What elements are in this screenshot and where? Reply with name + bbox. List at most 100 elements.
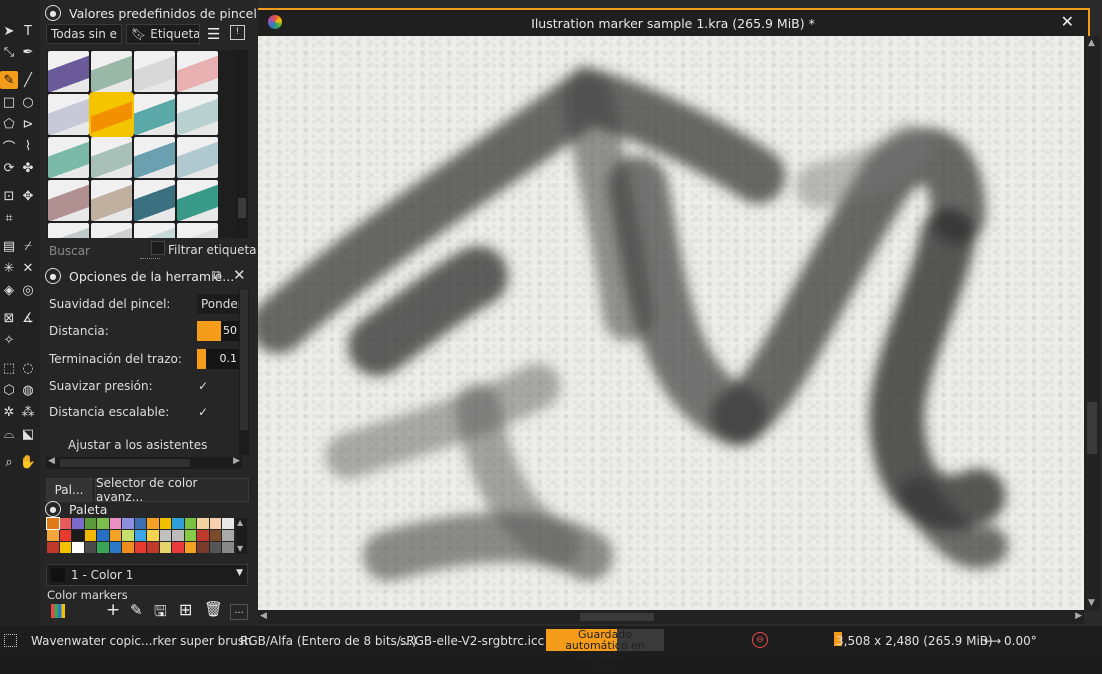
canvas-vscroll[interactable]: ▲ ▼ [1084,36,1100,610]
palette-swatch[interactable] [209,518,221,529]
palette-swatch[interactable] [47,530,59,541]
rectangle-tool-icon[interactable]: □ [0,93,18,111]
palette-swatch[interactable] [59,530,71,541]
dynamic-brush-icon[interactable]: ⟳ [0,159,18,177]
splitter-handle[interactable] [140,258,160,262]
contiguous-select-icon[interactable]: ✲ [0,403,18,421]
filter-tag-checkbox[interactable] [151,241,165,255]
fill-tool-icon[interactable]: ◈ [0,281,18,299]
brush-preset-thumbnail[interactable] [91,223,132,238]
menu-icon[interactable]: ☰ [207,25,220,43]
edit-swatch-icon[interactable]: ✎ [130,601,143,619]
brush-preset-thumbnail[interactable] [134,223,175,238]
calligraphy-icon[interactable]: ✒ [19,43,37,61]
preset-scrollbar[interactable] [236,50,248,238]
scroll-left-icon[interactable]: ◀ [48,456,55,466]
close-document-icon[interactable]: ✕ [1061,12,1074,31]
palette-swatch[interactable] [97,542,109,553]
palette-swatch[interactable] [109,518,121,529]
bezier-select-icon[interactable]: ⌓ [0,425,18,443]
edit-shapes-icon[interactable]: ⤡ [0,43,18,61]
brush-preset-thumbnail[interactable] [134,180,175,221]
lock-icon[interactable]: ● [45,501,61,517]
crop-icon[interactable]: ⊡ [0,187,18,205]
palette-swatch[interactable] [134,530,146,541]
distance-slider[interactable]: 50 [197,321,239,341]
palette-grid-icon[interactable] [51,604,65,618]
palette-swatch[interactable] [159,542,171,553]
palette-swatch[interactable] [72,518,84,529]
palette-swatch[interactable] [59,518,71,529]
view-mode-icon[interactable]: ! [230,25,245,40]
palette-swatch[interactable] [122,530,134,541]
scroll-left-icon[interactable]: ◀ [260,611,267,621]
brush-preset-thumbnail[interactable] [48,51,89,92]
scalable-distance-checkbox[interactable]: ✓ [198,405,208,419]
brush-preset-thumbnail[interactable] [177,51,218,92]
palette-swatch[interactable] [97,530,109,541]
transform-icon[interactable]: ⌗ [0,209,18,227]
polygon-tool-icon[interactable]: ⬠ [0,115,18,133]
polygon-select-icon[interactable]: ⬡ [0,381,18,399]
magnetic-select-icon[interactable]: ⬕ [19,425,37,443]
palette-swatch[interactable] [84,530,96,541]
drawing-canvas[interactable] [258,36,1084,610]
palette-swatch[interactable] [197,530,209,541]
brush-preset-thumbnail[interactable] [91,51,132,92]
smart-patch-icon[interactable]: ✳ [0,259,18,277]
palette-swatch[interactable] [97,518,109,529]
smooth-pressure-checkbox[interactable]: ✓ [198,379,208,393]
brush-preset-thumbnail[interactable] [48,180,89,221]
tab-advanced-color-selector[interactable]: Selector de color avanz... [95,476,249,504]
float-docker-icon[interactable]: ⧉ [212,268,221,283]
brush-preset-thumbnail[interactable] [134,137,175,178]
palette-swatch[interactable] [222,518,234,529]
ellipse-tool-icon[interactable]: ○ [19,93,37,111]
lock-icon[interactable]: ● [45,5,61,21]
brush-preset-thumbnail[interactable] [177,94,218,135]
palette-swatch[interactable] [47,542,59,553]
scroll-right-icon[interactable]: ▶ [1075,611,1082,621]
brush-preset-thumbnail[interactable] [177,223,218,238]
measure-tool-icon[interactable]: ∡ [19,309,37,327]
palette-swatch[interactable] [84,518,96,529]
current-color-combo[interactable]: 1 - Color 1 ▼ [46,564,248,586]
palette-swatch[interactable] [72,530,84,541]
brush-preset-thumbnail[interactable] [91,137,132,178]
palette-swatch[interactable] [159,518,171,529]
palette-swatch[interactable] [46,517,60,530]
palette-swatch[interactable] [184,530,196,541]
text-tool-icon[interactable]: T [19,22,37,40]
palette-swatch[interactable] [209,542,221,553]
enclose-fill-icon[interactable]: ◎ [19,281,37,299]
move-tool-icon[interactable]: ✥ [19,187,37,205]
perspective-grid-icon[interactable]: ⊠ [0,309,18,327]
assistant-tool-icon[interactable]: ✕ [19,259,37,277]
scroll-down-icon[interactable]: ▼ [1088,598,1095,608]
gradient-tool-icon[interactable]: ▤ [0,237,18,255]
palette-swatch[interactable] [134,542,146,553]
palette-swatch[interactable] [59,542,71,553]
freehand-path-icon[interactable]: ⌇ [19,137,37,155]
palette-swatch[interactable] [172,542,184,553]
multibrush-icon[interactable]: ✤ [19,159,37,177]
lock-icon[interactable]: ● [45,268,61,284]
brush-preset-thumbnail[interactable] [134,51,175,92]
palette-swatch[interactable] [184,542,196,553]
brush-preset-thumbnail[interactable] [48,223,89,238]
palette-swatch[interactable] [197,518,209,529]
palette-swatch[interactable] [72,542,84,553]
palette-swatch[interactable] [222,530,234,541]
zoom-tool-icon[interactable]: ⌕ [0,453,18,471]
palette-swatch[interactable] [197,542,209,553]
canvas-hscroll[interactable]: ◀ ▶ [258,610,1084,624]
palette-grid-edit-icon[interactable]: ⊞ [179,600,192,619]
rotation-value[interactable]: 0.00° [1004,634,1037,648]
preset-filter-combo[interactable]: Todas sin e [46,24,122,44]
line-tool-icon[interactable]: ╱ [19,71,37,89]
assistants-checkbox[interactable] [49,436,63,450]
similar-select-icon[interactable]: ⁂ [19,403,37,421]
brush-preset-thumbnail[interactable] [89,92,134,137]
palette-swatch[interactable] [122,518,134,529]
bezier-tool-icon[interactable]: ⌒ [0,137,18,156]
